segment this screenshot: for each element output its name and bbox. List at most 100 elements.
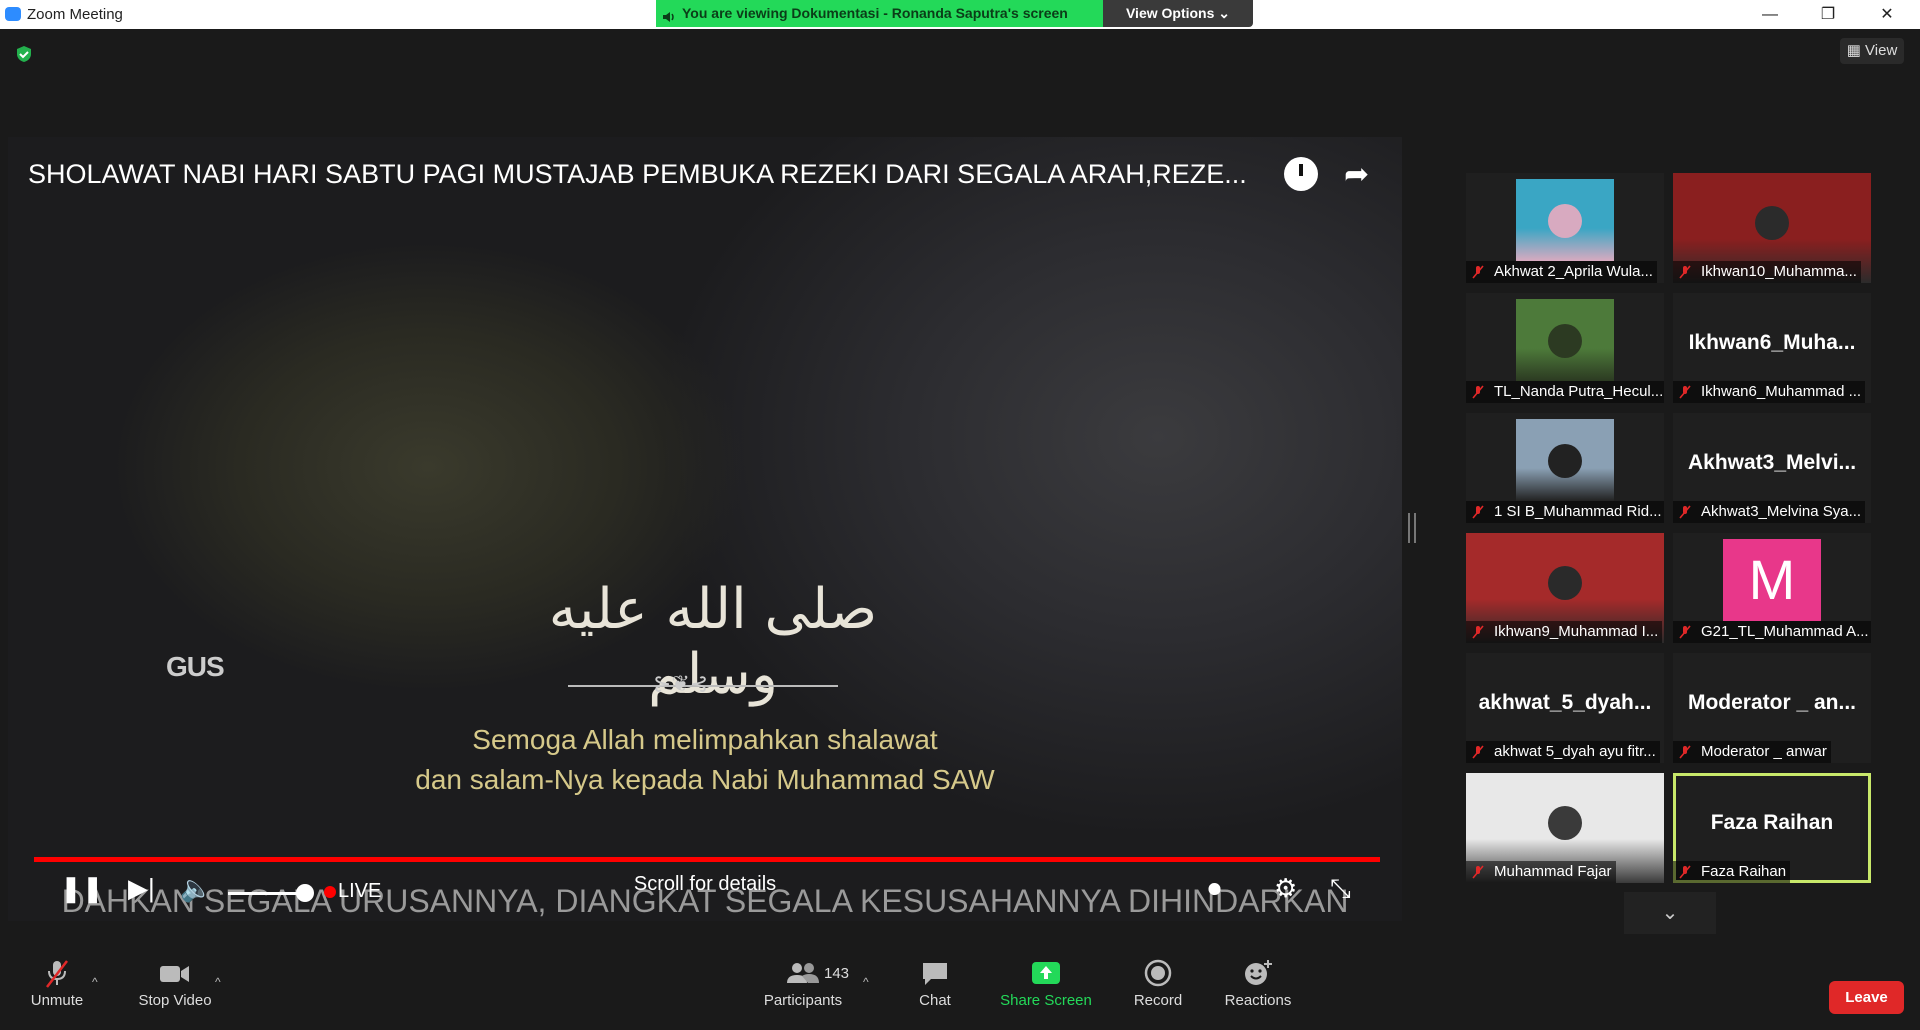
window-title: Zoom Meeting	[27, 6, 123, 23]
participant-silhouette	[1548, 203, 1582, 238]
muted-mic-icon	[1679, 505, 1691, 519]
participant-tile[interactable]: TL_Nanda Putra_Hecul...	[1466, 293, 1664, 403]
panel-resize-handle[interactable]	[1408, 513, 1416, 543]
participant-tile[interactable]: Faza Raihan Faza Raihan	[1673, 773, 1871, 883]
participant-tile[interactable]: Muhammad Fajar	[1466, 773, 1664, 883]
muted-mic-icon	[1472, 385, 1484, 399]
subtitle-line-1: Semoga Allah melimpahkan shalawat	[472, 724, 938, 755]
reactions-button[interactable]: Reactions	[1218, 951, 1298, 1030]
participant-name-label: akhwat 5_dyah ayu fitr...	[1466, 741, 1660, 763]
participant-tile[interactable]: Akhwat3_Melvi... Akhwat3_Melvina Sya...	[1673, 413, 1871, 523]
participant-name-label: 1 SI B_Muhammad Rid...	[1466, 501, 1664, 523]
reactions-label: Reactions	[1224, 992, 1292, 1009]
view-options-button[interactable]: View Options ⌄	[1103, 0, 1253, 27]
stop-video-button[interactable]: Stop Video	[130, 951, 220, 1030]
close-button[interactable]: ✕	[1864, 0, 1910, 29]
participants-icon: 143	[758, 951, 849, 991]
participant-display-name: Moderator _ an...	[1687, 691, 1857, 714]
muted-mic-icon	[1679, 745, 1691, 759]
unmute-button[interactable]: Unmute	[22, 951, 92, 1030]
participant-display-name: Faza Raihan	[1710, 811, 1834, 834]
reaction-smiley-icon	[1218, 951, 1298, 991]
participant-name-label: TL_Nanda Putra_Hecul...	[1466, 381, 1664, 403]
video-title: SHOLAWAT NABI HARI SABTU PAGI MUSTAJAB P…	[28, 159, 1247, 189]
settings-gear-icon[interactable]: ⚙	[1274, 873, 1297, 904]
participant-video-thumbnail	[1516, 419, 1614, 501]
avatar: M	[1723, 539, 1821, 621]
muted-mic-icon	[1472, 265, 1484, 279]
screen-share-banner: You are viewing Dokumentasi - Ronanda Sa…	[656, 0, 1103, 27]
restore-button[interactable]: ❐	[1805, 0, 1851, 29]
share-screen-label: Share Screen	[1000, 992, 1092, 1009]
video-camera-icon	[130, 951, 220, 991]
stop-video-label: Stop Video	[138, 992, 212, 1009]
minimize-button[interactable]: —	[1747, 0, 1793, 29]
share-screen-icon	[996, 951, 1096, 991]
participant-name-label: Moderator _ anwar	[1673, 741, 1831, 763]
participant-silhouette	[1548, 806, 1582, 840]
subtitle-line-2: dan salam-Nya kepada Nabi Muhammad SAW	[415, 764, 995, 795]
muted-mic-icon	[1472, 625, 1484, 639]
participants-caret-icon[interactable]: ^	[863, 975, 869, 989]
muted-mic-icon	[1472, 865, 1484, 879]
share-screen-button[interactable]: Share Screen	[996, 951, 1096, 1030]
participant-name-label: Ikhwan10_Muhamma...	[1673, 261, 1861, 283]
participant-name-label: Ikhwan6_Muhammad ...	[1673, 381, 1866, 403]
muted-mic-icon	[1679, 265, 1691, 279]
screen-share-text: You are viewing Dokumentasi - Ronanda Sa…	[682, 5, 1068, 21]
participant-tile[interactable]: akhwat_5_dyah...akhwat 5_dyah ayu fitr..…	[1466, 653, 1664, 763]
participant-name-label: Muhammad Fajar	[1466, 861, 1616, 883]
record-icon	[1128, 951, 1188, 991]
record-button[interactable]: Record	[1128, 951, 1188, 1030]
shared-screen-video[interactable]: SHOLAWAT NABI HARI SABTU PAGI MUSTAJAB P…	[8, 137, 1402, 921]
title-bar: Zoom Meeting You are viewing Dokumentasi…	[0, 0, 1920, 29]
chat-bubble-icon	[905, 951, 965, 991]
exit-fullscreen-icon[interactable]: ⤡	[1330, 873, 1351, 905]
meeting-toolbar: Unmute ^ Stop Video ^ 143 Participants ^…	[0, 951, 1920, 1030]
participant-display-name: akhwat_5_dyah...	[1478, 691, 1652, 714]
audio-options-caret-icon[interactable]: ^	[92, 975, 98, 989]
grid-icon: ▦	[1846, 42, 1866, 59]
leave-meeting-button[interactable]: Leave	[1829, 981, 1904, 1014]
participant-tile[interactable]: Ikhwan10_Muhamma...	[1673, 173, 1871, 283]
chat-button[interactable]: Chat	[905, 951, 965, 1030]
participant-tile[interactable]: Moderator _ an... Moderator _ anwar	[1673, 653, 1871, 763]
scroll-for-details[interactable]: Scroll for details	[8, 873, 1402, 896]
video-progress-bar[interactable]	[34, 857, 1380, 862]
ornament-center: ⊱❦⊰	[653, 671, 709, 696]
muted-mic-icon	[22, 951, 92, 991]
muted-mic-icon	[1472, 505, 1484, 519]
autoplay-toggle-icon[interactable]: ⏺	[1208, 873, 1221, 905]
participants-button[interactable]: 143 Participants	[758, 951, 849, 1030]
participant-tile[interactable]: Akhwat 2_Aprila Wula...	[1466, 173, 1664, 283]
participant-display-name: Akhwat3_Melvi...	[1687, 451, 1857, 474]
view-label: View	[1865, 42, 1898, 59]
more-participants-chevron-icon[interactable]: ⌄	[1624, 892, 1716, 934]
participant-name-label: G21_TL_Muhammad A...	[1673, 621, 1871, 643]
participant-silhouette	[1548, 443, 1582, 478]
view-layout-button[interactable]: ▦ View	[1840, 38, 1904, 64]
muted-mic-icon	[1679, 385, 1691, 399]
participant-tile[interactable]: 1 SI B_Muhammad Rid...	[1466, 413, 1664, 523]
record-label: Record	[1133, 992, 1183, 1009]
participant-video-thumbnail	[1516, 299, 1614, 381]
participant-video-thumbnail	[1516, 179, 1614, 261]
muted-mic-icon	[1679, 865, 1691, 879]
participant-tile[interactable]: M G21_TL_Muhammad A...	[1673, 533, 1871, 643]
participants-count: 143	[824, 965, 850, 982]
participant-name-label: Akhwat3_Melvina Sya...	[1673, 501, 1866, 523]
participant-name-label: Ikhwan9_Muhammad I...	[1466, 621, 1663, 643]
share-arrow-icon[interactable]: ➦	[1344, 157, 1369, 192]
video-options-caret-icon[interactable]: ^	[215, 975, 221, 989]
arabic-calligraphy: صلى الله عليه وسلم	[548, 577, 878, 707]
zoom-app-icon	[5, 7, 21, 21]
participant-tile[interactable]: Ikhwan6_Muha... Ikhwan6_Muhammad ...	[1673, 293, 1871, 403]
participant-tile[interactable]: Ikhwan9_Muhammad I...	[1466, 533, 1664, 643]
speaker-icon	[662, 6, 676, 33]
participant-silhouette	[1548, 323, 1582, 358]
chat-label: Chat	[919, 992, 951, 1009]
encryption-shield-icon[interactable]	[15, 45, 33, 63]
channel-logo: GUS	[166, 651, 225, 682]
participant-silhouette	[1755, 206, 1789, 240]
watch-later-clock-icon[interactable]	[1284, 157, 1318, 191]
